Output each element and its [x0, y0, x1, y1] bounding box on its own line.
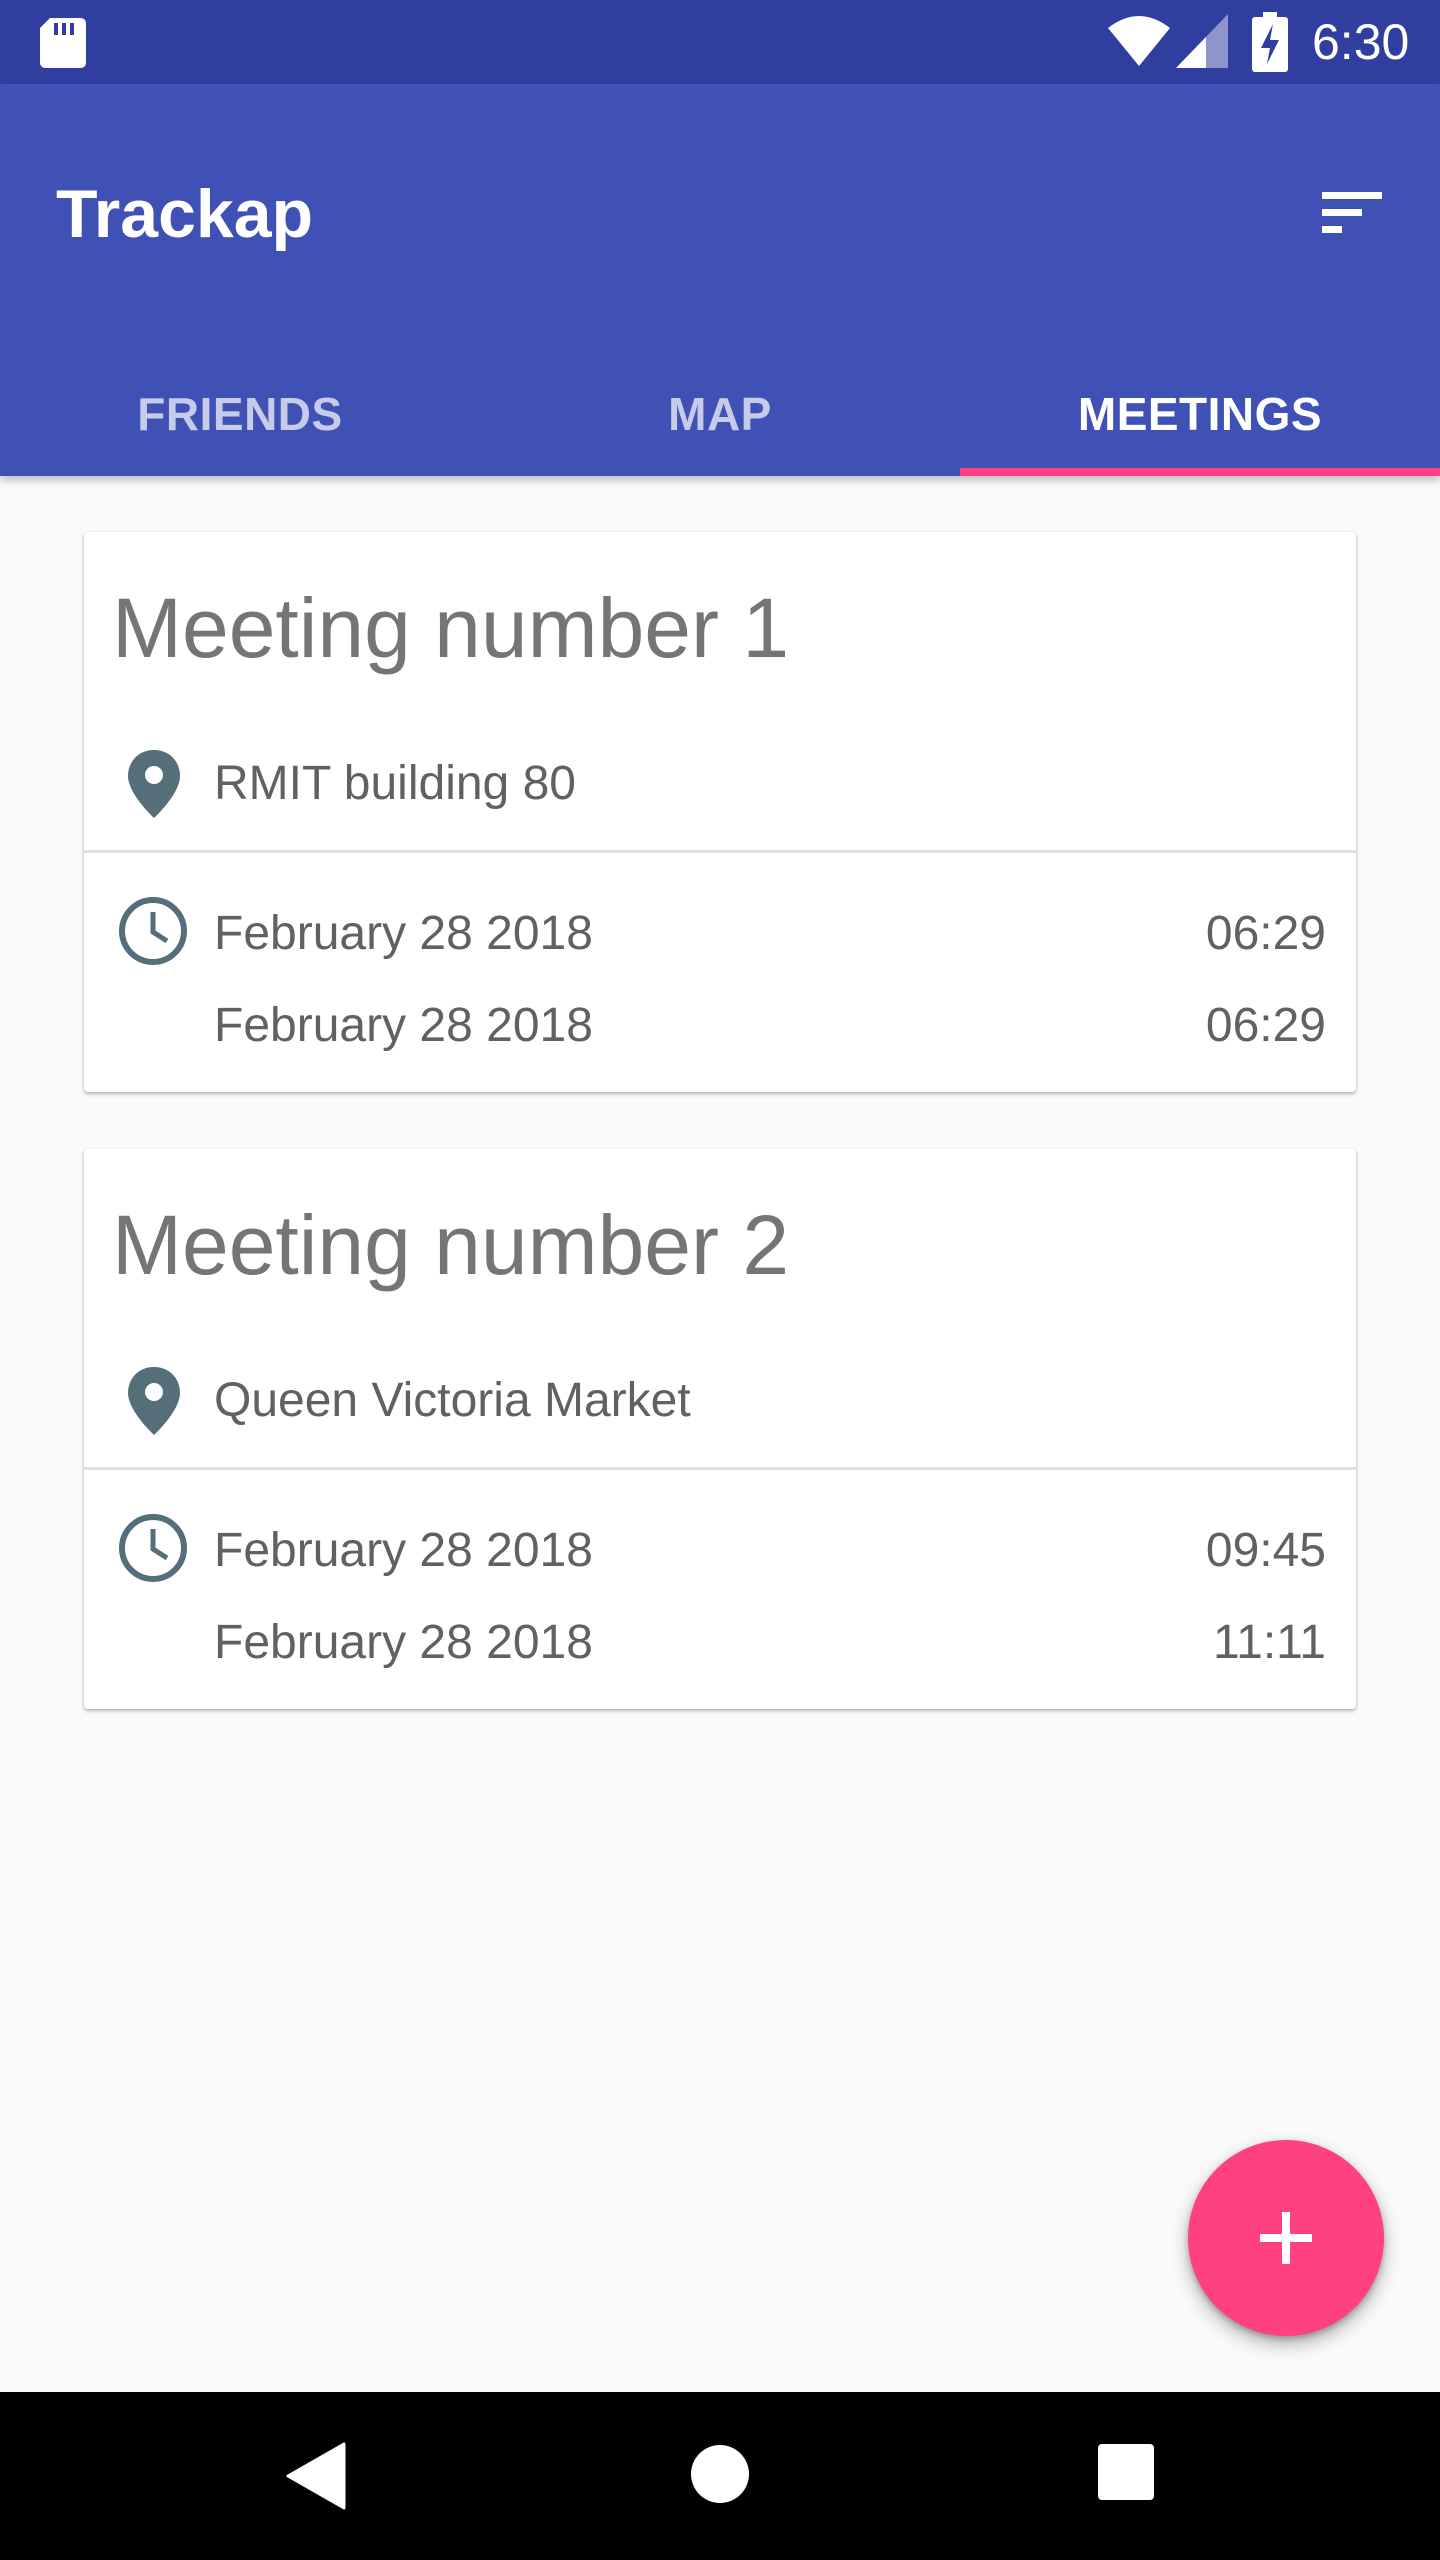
meeting-card[interactable]: Meeting number 2 Queen Victoria Market F…	[84, 1149, 1356, 1709]
navigation-bar	[0, 2392, 1440, 2560]
app-title: Trackap	[56, 176, 314, 252]
tab-map[interactable]: MAP	[480, 352, 960, 476]
home-icon[interactable]	[690, 2444, 750, 2504]
back-icon[interactable]	[286, 2442, 346, 2510]
meeting-title: Meeting number 1	[112, 581, 790, 675]
status-bar: 6:30	[0, 0, 1440, 84]
plus-icon	[1260, 2212, 1312, 2264]
divider	[84, 1467, 1356, 1470]
recents-icon[interactable]	[1098, 2444, 1154, 2500]
tab-meetings[interactable]: MEETINGS	[960, 352, 1440, 476]
clock-icon	[119, 897, 187, 965]
status-time: 6:30	[1312, 14, 1410, 70]
divider	[84, 850, 1356, 853]
start-time: 06:29	[1205, 907, 1326, 960]
location-text: Queen Victoria Market	[214, 1374, 691, 1427]
location-row: RMIT building 80	[84, 732, 1356, 828]
start-date: February 28 2018	[214, 907, 593, 960]
start-time: 09:45	[1205, 1524, 1326, 1577]
meeting-title: Meeting number 2	[112, 1198, 790, 1292]
tab-indicator	[960, 468, 1440, 476]
end-row: February 28 2018 11:11	[214, 1613, 1326, 1673]
location-text: RMIT building 80	[214, 757, 576, 810]
location-pin-icon	[128, 750, 180, 818]
wifi-icon	[1108, 16, 1170, 66]
end-row: February 28 2018 06:29	[214, 996, 1326, 1056]
start-row: February 28 2018 09:45	[214, 1521, 1326, 1581]
end-date: February 28 2018	[214, 999, 593, 1052]
signal-icon	[1176, 14, 1228, 68]
start-date: February 28 2018	[214, 1524, 593, 1577]
tab-friends[interactable]: FRIENDS	[0, 352, 480, 476]
location-row: Queen Victoria Market	[84, 1349, 1356, 1445]
add-meeting-button[interactable]	[1188, 2140, 1384, 2336]
end-time: 06:29	[1205, 999, 1326, 1052]
meeting-card[interactable]: Meeting number 1 RMIT building 80 Februa…	[84, 532, 1356, 1092]
sd-card-icon	[40, 18, 86, 68]
tab-bar: FRIENDS MAP MEETINGS	[0, 352, 1440, 476]
battery-charging-icon	[1252, 12, 1288, 72]
end-time: 11:11	[1213, 1616, 1326, 1669]
sort-icon[interactable]	[1316, 182, 1388, 242]
start-row: February 28 2018 06:29	[214, 904, 1326, 964]
clock-icon	[119, 1514, 187, 1582]
location-pin-icon	[128, 1367, 180, 1435]
end-date: February 28 2018	[214, 1616, 593, 1669]
app-bar: Trackap FRIENDS MAP MEETINGS	[0, 84, 1440, 476]
